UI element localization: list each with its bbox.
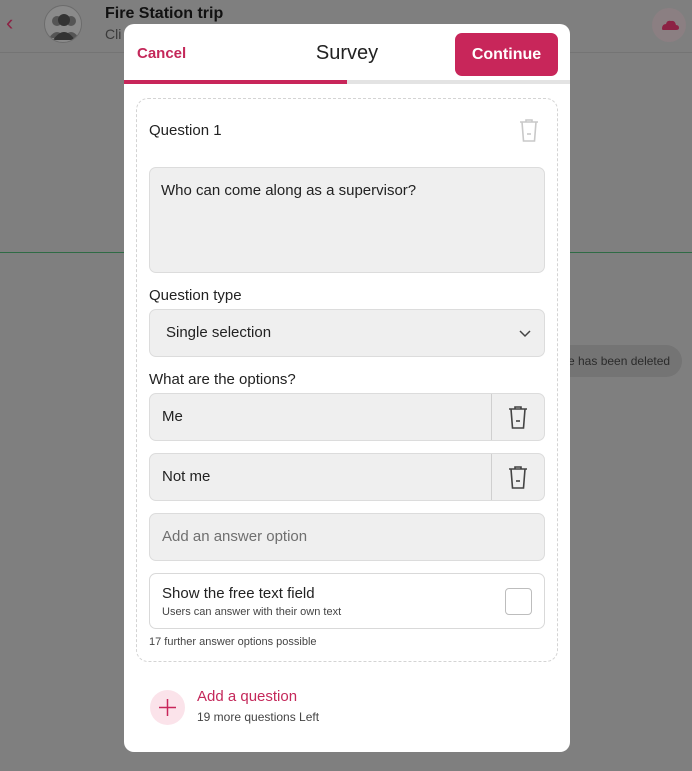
chat-title: Fire Station trip <box>105 5 224 22</box>
modal-header: Survey Cancel Continue <box>124 24 570 84</box>
question-type-select[interactable]: Single selection <box>149 309 545 357</box>
options-label: What are the options? <box>149 371 296 388</box>
add-question-label[interactable]: Add a question <box>197 688 297 705</box>
plus-icon <box>159 699 176 716</box>
question-text-field[interactable]: Who can come along as a supervisor? <box>149 167 545 273</box>
free-text-subtitle: Users can answer with their own text <box>162 606 342 618</box>
option-row: Me <box>149 393 545 441</box>
continue-button[interactable]: Continue <box>455 33 558 76</box>
remaining-questions-note: 19 more questions Left <box>197 710 320 724</box>
option-divider <box>491 394 492 440</box>
question-card: Question 1 Who can come along as a super… <box>136 98 558 662</box>
add-answer-option-input[interactable]: Add an answer option <box>149 513 545 561</box>
option-field[interactable]: Me <box>162 408 183 425</box>
cancel-button[interactable]: Cancel <box>137 45 186 62</box>
free-text-title: Show the free text field <box>162 585 315 602</box>
question-label: Question 1 <box>149 122 222 139</box>
trash-icon[interactable] <box>506 464 530 490</box>
trash-icon[interactable] <box>506 404 530 430</box>
option-field[interactable]: Not me <box>162 468 210 485</box>
trash-icon[interactable] <box>517 117 541 143</box>
chevron-down-icon <box>518 326 532 340</box>
further-options-note: 17 further answer options possible <box>149 636 317 648</box>
free-text-checkbox[interactable] <box>505 588 532 615</box>
add-question-button[interactable] <box>150 690 185 725</box>
back-chevron-icon[interactable]: ‹ <box>6 12 13 34</box>
question-type-value: Single selection <box>166 324 272 341</box>
question-type-label: Question type <box>149 287 242 304</box>
chat-subtitle: Cli <box>105 26 122 42</box>
option-divider <box>491 454 492 500</box>
group-avatar-icon <box>44 5 82 43</box>
cloud-icon[interactable] <box>652 8 686 42</box>
option-row: Not me <box>149 453 545 501</box>
free-text-toggle-row[interactable]: Show the free text field Users can answe… <box>149 573 545 629</box>
progress-fill <box>124 80 347 84</box>
survey-modal: Survey Cancel Continue Question 1 Who ca… <box>124 24 570 752</box>
progress-bar <box>124 80 570 84</box>
